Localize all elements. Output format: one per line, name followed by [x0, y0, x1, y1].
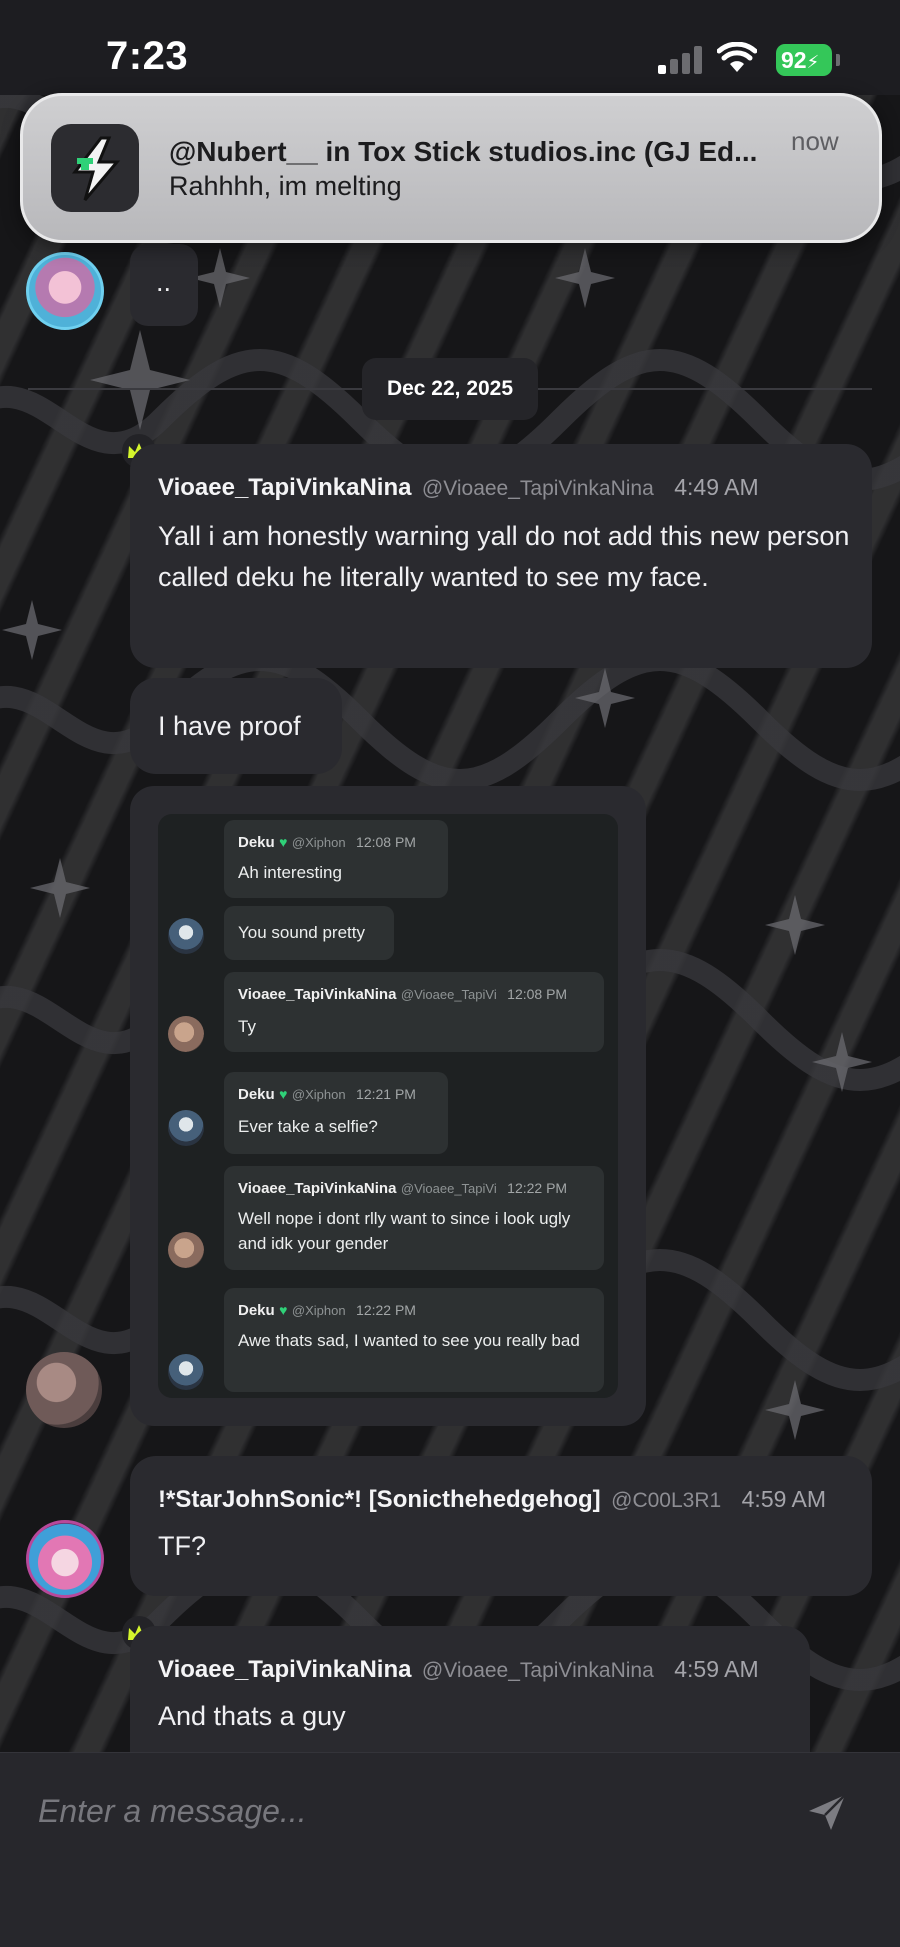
user-avatar[interactable] [26, 1520, 104, 1598]
mini-time: 12:22 PM [356, 1302, 416, 1318]
mini-time: 12:08 PM [356, 834, 416, 850]
mini-text: Well nope i dont rlly want to since i lo… [238, 1209, 571, 1253]
user-avatar[interactable] [26, 252, 104, 330]
status-time: 7:23 [106, 34, 189, 78]
mini-author: Vioaee_TapiVinkaNina [238, 986, 397, 1003]
message-text: Yall i am honestly warning yall do not a… [158, 521, 850, 592]
message-handle: @Vioaee_TapiVinkaNina [421, 1659, 654, 1682]
sparkle-icon [765, 895, 825, 955]
mini-message-bubble: Vioaee_TapiVinkaNina @Vioaee_TapiVi 12:2… [224, 1166, 604, 1270]
notification-title: @Nubert__ in Tox Stick studios.inc (GJ E… [169, 136, 758, 167]
mini-message-bubble: Deku ♥ @Xiphon 12:21 PM Ever take a self… [224, 1072, 448, 1154]
mini-handle: @Xiphon [291, 1303, 346, 1318]
status-bar: 7:23 92⚡ [0, 0, 900, 95]
mini-avatar [168, 1016, 204, 1052]
attachment-screenshot: Deku ♥ @Xiphon 12:08 PM Ah interesting Y… [158, 814, 618, 1398]
message-timestamp: 4:49 AM [674, 474, 759, 500]
mini-text: Ty [238, 1017, 256, 1036]
battery-level: 92 [781, 47, 807, 73]
user-avatar[interactable] [26, 1352, 102, 1428]
mini-handle: @Xiphon [291, 1087, 346, 1102]
image-attachment[interactable]: Deku ♥ @Xiphon 12:08 PM Ah interesting Y… [130, 786, 646, 1426]
sparkle-icon [765, 1380, 825, 1440]
message-timestamp: 4:59 AM [741, 1486, 827, 1512]
mini-avatar [168, 918, 204, 954]
battery-indicator: 92⚡ [776, 44, 832, 76]
mini-message-bubble: Deku ♥ @Xiphon 12:22 PM Awe thats sad, I… [224, 1288, 604, 1392]
message-bubble[interactable]: I have proof [130, 678, 342, 774]
wifi-icon [717, 42, 757, 72]
mini-author: Vioaee_TapiVinkaNina [238, 1180, 397, 1197]
mini-time: 12:21 PM [356, 1086, 416, 1102]
mini-handle: @Vioaee_TapiVi [400, 1181, 497, 1196]
message-composer [0, 1752, 900, 1947]
message-author[interactable]: Vioaee_TapiVinkaNina [158, 474, 411, 501]
mini-author: Deku [238, 1086, 275, 1103]
mini-avatar [168, 1232, 204, 1268]
mini-avatar [168, 1110, 204, 1146]
mini-handle: @Vioaee_TapiVi [400, 987, 497, 1002]
mini-text: Ever take a selfie? [238, 1117, 378, 1136]
green-heart-icon: ♥ [279, 1302, 288, 1318]
send-button[interactable] [806, 1791, 848, 1833]
mini-text: Awe thats sad, I wanted to see you reall… [238, 1331, 580, 1350]
message-handle: @Vioaee_TapiVinkaNina [421, 477, 654, 500]
mini-time: 12:08 PM [507, 986, 568, 1002]
message-handle: @C00L3R1 [611, 1489, 722, 1512]
sparkle-icon [190, 248, 250, 308]
date-divider: Dec 22, 2025 [362, 358, 538, 420]
sparkle-icon [555, 248, 615, 308]
mini-time: 12:22 PM [507, 1180, 568, 1196]
message-bubble[interactable]: Vioaee_TapiVinkaNina @Vioaee_TapiVinkaNi… [130, 444, 872, 668]
message-text: I have proof [158, 711, 301, 741]
message-bubble[interactable]: !*StarJohnSonic*! [Sonicthehedgehog] @C0… [130, 1456, 872, 1596]
mini-text: You sound pretty [238, 923, 365, 942]
message-bubble[interactable]: .. [130, 244, 198, 326]
sparkle-icon [30, 858, 90, 918]
mini-message-bubble: Vioaee_TapiVinkaNina @Vioaee_TapiVi 12:0… [224, 972, 604, 1052]
mini-message-bubble: Deku ♥ @Xiphon 12:08 PM Ah interesting [224, 820, 448, 898]
app-icon [51, 124, 139, 212]
green-heart-icon: ♥ [279, 834, 288, 850]
mini-author: Deku [238, 834, 275, 851]
message-bubble[interactable]: Vioaee_TapiVinkaNina @Vioaee_TapiVinkaNi… [130, 1626, 810, 1766]
mini-handle: @Xiphon [291, 835, 346, 850]
message-input[interactable] [38, 1783, 758, 1839]
message-author[interactable]: !*StarJohnSonic*! [Sonicthehedgehog] [158, 1486, 601, 1513]
message-text: TF? [158, 1531, 207, 1561]
message-text: .. [156, 267, 172, 297]
notification-time: now [791, 126, 839, 156]
message-text: And thats a guy [158, 1701, 346, 1731]
message-timestamp: 4:59 AM [674, 1656, 759, 1682]
battery-nub [836, 54, 840, 66]
sparkle-icon [2, 600, 62, 660]
send-icon [809, 1794, 846, 1830]
mini-avatar [168, 1354, 204, 1390]
green-heart-icon: ♥ [279, 1086, 288, 1102]
mini-author: Deku [238, 1302, 275, 1319]
charging-bolt-icon: ⚡ [806, 52, 820, 72]
mini-text: Ah interesting [238, 863, 342, 882]
mini-message-bubble: You sound pretty [224, 906, 394, 960]
notification-banner[interactable]: @Nubert__ in Tox Stick studios.inc (GJ E… [20, 93, 882, 243]
lightning-bolt-icon [71, 136, 121, 201]
message-author[interactable]: Vioaee_TapiVinkaNina [158, 1656, 411, 1683]
cellular-signal-icon [658, 46, 704, 74]
notification-body: Rahhhh, im melting [169, 171, 402, 201]
